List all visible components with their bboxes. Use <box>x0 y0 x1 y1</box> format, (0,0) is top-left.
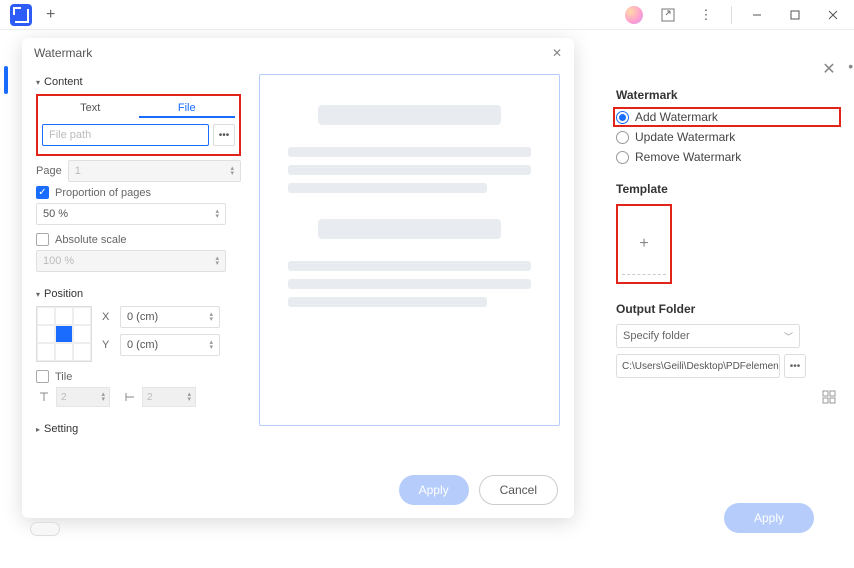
maximize-button[interactable] <box>782 2 808 28</box>
browse-output-button[interactable]: ••• <box>784 354 806 378</box>
y-label: Y <box>102 339 114 351</box>
page-label: Page <box>36 165 62 177</box>
preview-title-block <box>318 105 500 125</box>
preview-line <box>288 279 531 289</box>
output-path-field[interactable]: C:\Users\Geili\Desktop\PDFelement\W <box>616 354 780 378</box>
tile-vertical-input: 2 ▴▾ <box>56 387 110 407</box>
absolute-value: 100 % <box>43 255 74 267</box>
watermark-mode-radio-group: Add Watermark Update Watermark Remove Wa… <box>616 110 836 164</box>
triangle-right-icon: ▸ <box>36 425 40 434</box>
watermark-modal: Watermark ✕ ▾ Content Text File File pat… <box>22 38 574 518</box>
content-tabs-highlight: Text File File path ••• <box>36 94 241 156</box>
spinner-icon[interactable]: ▴▾ <box>230 166 234 176</box>
spinner-icon[interactable]: ▴▾ <box>215 209 219 219</box>
triangle-down-icon: ▾ <box>36 78 40 87</box>
page-input[interactable]: 1 ▴▾ <box>68 160 241 182</box>
apply-button[interactable]: Apply <box>399 475 469 505</box>
cancel-button[interactable]: Cancel <box>479 475 558 505</box>
new-tab-button[interactable]: + <box>46 6 55 24</box>
share-icon[interactable] <box>655 2 681 28</box>
panel-more-icon[interactable]: ••• <box>848 58 854 74</box>
spinner-icon: ▴▾ <box>101 392 105 402</box>
output-folder-select[interactable]: Specify folder ﹀ <box>616 324 800 348</box>
template-heading: Template <box>616 182 836 196</box>
setting-accordion[interactable]: ▸ Setting <box>36 423 241 435</box>
preview-line <box>288 147 531 157</box>
radio-icon <box>616 131 629 144</box>
minimize-button[interactable] <box>744 2 770 28</box>
preview-line <box>288 165 531 175</box>
kebab-menu-icon[interactable]: ⋮ <box>693 2 719 28</box>
preview-line <box>288 183 487 193</box>
select-value: Specify folder <box>623 330 690 342</box>
file-path-input[interactable]: File path <box>42 124 209 146</box>
proportion-label: Proportion of pages <box>55 187 151 199</box>
preview-title-block <box>318 219 500 239</box>
absolute-checkbox[interactable] <box>36 233 49 246</box>
y-value: 0 (cm) <box>127 339 158 351</box>
position-matrix[interactable] <box>36 306 92 362</box>
position-accordion[interactable]: ▾ Position <box>36 288 241 300</box>
watermark-heading: Watermark <box>616 88 836 102</box>
triangle-down-icon: ▾ <box>36 290 40 299</box>
assistant-orb-icon[interactable] <box>625 6 643 24</box>
proportion-input[interactable]: 50 % ▴▾ <box>36 203 226 225</box>
tile-checkbox[interactable] <box>36 370 49 383</box>
tile-horizontal-icon <box>122 389 138 405</box>
radio-update-watermark[interactable]: Update Watermark <box>616 130 836 144</box>
watermark-side-panel: ✕ ••• Watermark Add Watermark Update Wat… <box>616 60 836 378</box>
radio-add-watermark[interactable]: Add Watermark <box>616 110 718 124</box>
tab-file[interactable]: File <box>139 100 236 118</box>
accordion-label: Content <box>44 76 83 88</box>
x-input[interactable]: 0 (cm) ▴▾ <box>120 306 220 328</box>
radio-icon <box>616 111 629 124</box>
position-center-cell[interactable] <box>55 325 73 343</box>
tile-v-value: 2 <box>61 392 67 403</box>
spinner-icon: ▴▾ <box>215 256 219 266</box>
absolute-label: Absolute scale <box>55 234 127 246</box>
spinner-icon[interactable]: ▴▾ <box>209 340 213 350</box>
modal-close-icon[interactable]: ✕ <box>552 46 562 60</box>
spinner-icon: ▴▾ <box>187 392 191 402</box>
modal-title: Watermark <box>34 46 92 60</box>
preview-line <box>288 297 487 307</box>
panel-close-icon[interactable]: ✕ <box>818 58 840 80</box>
x-value: 0 (cm) <box>127 311 158 323</box>
x-label: X <box>102 311 114 323</box>
proportion-value: 50 % <box>43 208 68 220</box>
tab-text[interactable]: Text <box>42 100 139 118</box>
accordion-label: Setting <box>44 423 78 435</box>
tile-horizontal-input: 2 ▴▾ <box>142 387 196 407</box>
radio-icon <box>616 151 629 164</box>
browse-file-button[interactable]: ••• <box>213 124 235 146</box>
tile-vertical-icon <box>36 389 52 405</box>
page-value: 1 <box>75 165 81 177</box>
grid-view-icon[interactable] <box>822 390 836 404</box>
proportion-checkbox[interactable]: ✓ <box>36 186 49 199</box>
absolute-input: 100 % ▴▾ <box>36 250 226 272</box>
tile-label: Tile <box>55 371 72 383</box>
radio-label: Update Watermark <box>635 130 735 144</box>
radio-remove-watermark[interactable]: Remove Watermark <box>616 150 836 164</box>
add-template-button[interactable]: + <box>616 204 672 284</box>
y-input[interactable]: 0 (cm) ▴▾ <box>120 334 220 356</box>
watermark-preview <box>259 74 560 426</box>
active-file-indicator <box>4 66 8 94</box>
chevron-down-icon: ﹀ <box>784 330 793 343</box>
output-folder-heading: Output Folder <box>616 302 836 316</box>
side-apply-button[interactable]: Apply <box>724 503 814 533</box>
spinner-icon[interactable]: ▴▾ <box>209 312 213 322</box>
content-accordion[interactable]: ▾ Content <box>36 76 241 88</box>
tile-h-value: 2 <box>147 392 153 403</box>
preview-line <box>288 261 531 271</box>
zoom-scrubber[interactable] <box>30 522 60 536</box>
titlebar: + ⋮ <box>0 0 854 30</box>
close-button[interactable] <box>820 2 846 28</box>
radio-label: Remove Watermark <box>635 150 741 164</box>
radio-label: Add Watermark <box>635 110 718 124</box>
app-logo-icon <box>10 4 32 26</box>
accordion-label: Position <box>44 288 83 300</box>
